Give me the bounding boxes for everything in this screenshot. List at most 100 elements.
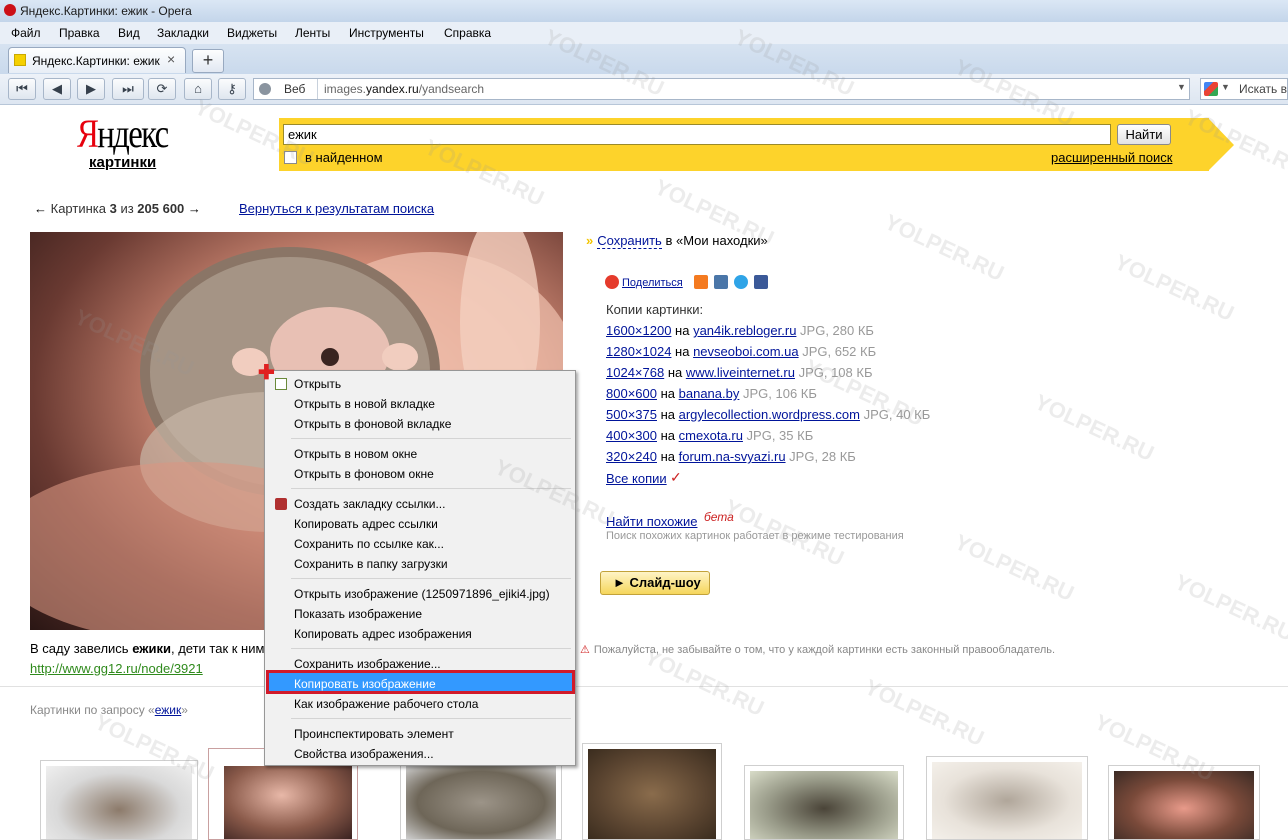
address-separator: [317, 79, 318, 99]
menu-item-open-image[interactable]: Открыть изображение (1250971896_ejiki4.j…: [294, 587, 550, 601]
search-engine-dropdown-icon[interactable]: ▼: [1221, 82, 1230, 92]
menu-item-open-new-tab[interactable]: Открыть в новой вкладке: [294, 397, 435, 411]
thumbnail[interactable]: [400, 760, 562, 840]
menu-tools[interactable]: Инструменты: [349, 26, 424, 40]
twitter-icon[interactable]: [733, 275, 748, 289]
thumbnail-image: [588, 749, 716, 839]
counter-text-before: Картинка: [50, 201, 110, 216]
menu-view[interactable]: Вид: [118, 26, 140, 40]
watermark: YOLPER.RU: [1110, 249, 1238, 326]
menu-item-set-as-desktop[interactable]: Как изображение рабочего стола: [294, 697, 478, 711]
copy-size-link[interactable]: 400×300: [606, 428, 657, 443]
copy-size-link[interactable]: 1280×1024: [606, 344, 671, 359]
menu-bookmarks[interactable]: Закладки: [157, 26, 209, 40]
menu-edit[interactable]: Правка: [59, 26, 100, 40]
copy-size-link[interactable]: 500×375: [606, 407, 657, 422]
prev-image-arrow[interactable]: ←: [34, 201, 47, 216]
slideshow-button[interactable]: ► Слайд-шоу: [600, 571, 710, 595]
thumbnail[interactable]: [926, 756, 1088, 840]
menu-item-show-image[interactable]: Показать изображение: [294, 607, 422, 621]
copy-row: 320×240 на forum.na-svyazi.ru JPG, 28 КБ: [606, 449, 856, 464]
find-button[interactable]: Найти: [1117, 124, 1171, 145]
forward-icon[interactable]: ▶: [77, 78, 105, 100]
source-link[interactable]: http://www.gg12.ru/node/3921: [30, 661, 203, 676]
odnoklassniki-icon[interactable]: [693, 275, 708, 289]
url-text[interactable]: images.yandex.ru/yandsearch: [324, 82, 484, 96]
menu-item-open-background-tab[interactable]: Открыть в фоновой вкладке: [294, 417, 451, 431]
next-image-arrow[interactable]: →: [188, 201, 201, 216]
tab-close-icon[interactable]: ×: [167, 51, 175, 67]
menu-item-open-background-window[interactable]: Открыть в фоновом окне: [294, 467, 434, 481]
menu-item-open[interactable]: Открыть: [294, 377, 341, 391]
menu-item-inspect-element[interactable]: Проинспектировать элемент: [294, 727, 454, 741]
related-query-link[interactable]: ежик: [155, 703, 182, 717]
back-icon[interactable]: ◀: [43, 78, 71, 100]
all-copies-link[interactable]: Все копии: [606, 471, 667, 486]
copy-site-link[interactable]: forum.na-svyazi.ru: [679, 449, 786, 464]
web-search-box[interactable]: ▼ Искать в: [1200, 78, 1288, 100]
advanced-search-link[interactable]: расширенный поиск: [1051, 150, 1172, 165]
copy-meta: JPG, 280 КБ: [796, 323, 874, 338]
reload-icon[interactable]: ⟳: [148, 78, 176, 100]
key-icon[interactable]: ⚷: [218, 78, 246, 100]
menu-widgets[interactable]: Виджеты: [227, 26, 277, 40]
thumbnail[interactable]: [744, 765, 904, 840]
caption-bold: ежики: [132, 641, 171, 656]
copy-meta: JPG, 106 КБ: [739, 386, 817, 401]
images-service-link[interactable]: картинки: [89, 154, 156, 171]
google-icon[interactable]: [1204, 82, 1218, 96]
fast-forward-icon[interactable]: ⏭: [112, 78, 144, 100]
copy-size-link[interactable]: 1024×768: [606, 365, 664, 380]
vkontakte-icon[interactable]: [713, 275, 728, 289]
back-to-results-link[interactable]: Вернуться к результатам поиска: [239, 201, 434, 216]
favicon-icon: [14, 54, 26, 66]
open-page-icon: [275, 378, 287, 390]
rewind-icon[interactable]: ⏮: [8, 78, 36, 100]
image-counter: ← Картинка 3 из 205 600 →: [34, 201, 201, 216]
copy-site-link[interactable]: banana.by: [679, 386, 740, 401]
menu-item-save-to-downloads[interactable]: Сохранить в папку загрузки: [294, 557, 448, 571]
menu-item-copy-link-address[interactable]: Копировать адрес ссылки: [294, 517, 438, 531]
copy-size-link[interactable]: 800×600: [606, 386, 657, 401]
find-similar-link[interactable]: Найти похожие: [606, 514, 697, 529]
yandex-logo[interactable]: Яндекс: [77, 110, 169, 157]
thumbnail[interactable]: [582, 743, 722, 840]
menu-item-copy-image-address[interactable]: Копировать адрес изображения: [294, 627, 472, 641]
menu-item-bookmark-link[interactable]: Создать закладку ссылки...: [294, 497, 445, 511]
save-link[interactable]: Сохранить: [597, 233, 662, 249]
title-bar: Яндекс.Картинки: ежик - Opera: [0, 0, 1288, 22]
thumbnail-image: [224, 766, 352, 839]
in-results-label[interactable]: в найденном: [305, 150, 383, 165]
context-menu: Открыть Открыть в новой вкладке Открыть …: [264, 370, 576, 766]
new-tab-button[interactable]: +: [192, 49, 224, 73]
copy-row: 1280×1024 на nevseoboi.com.ua JPG, 652 К…: [606, 344, 876, 359]
copy-on: на: [656, 386, 679, 401]
thumbnail-image: [46, 766, 192, 839]
menu-item-save-image[interactable]: Сохранить изображение...: [294, 657, 441, 671]
copy-site-link[interactable]: cmexota.ru: [679, 428, 743, 443]
copy-site-link[interactable]: www.liveinternet.ru: [686, 365, 795, 380]
tab-yandex-images[interactable]: Яндекс.Картинки: ежик ×: [8, 47, 186, 73]
copy-size-link[interactable]: 1600×1200: [606, 323, 671, 338]
copy-on: на: [664, 365, 686, 380]
menu-feeds[interactable]: Ленты: [295, 26, 330, 40]
copy-size-link[interactable]: 320×240: [606, 449, 657, 464]
copy-on: на: [656, 407, 679, 422]
url-domain: yandex.ru: [366, 82, 419, 96]
search-input[interactable]: ежик: [283, 124, 1111, 145]
menu-item-save-link-as[interactable]: Сохранить по ссылке как...: [294, 537, 444, 551]
thumbnail-image: [750, 771, 898, 839]
menu-item-image-properties[interactable]: Свойства изображения...: [294, 747, 434, 761]
copy-site-link[interactable]: nevseoboi.com.ua: [693, 344, 799, 359]
menu-file[interactable]: Файл: [11, 26, 41, 40]
highlight-frame: [266, 670, 575, 694]
share-link[interactable]: Поделиться: [622, 277, 683, 289]
copy-site-link[interactable]: yan4ik.rebloger.ru: [693, 323, 796, 338]
facebook-icon[interactable]: [754, 275, 768, 289]
copy-site-link[interactable]: argylecollection.wordpress.com: [679, 407, 860, 422]
copy-on: на: [656, 428, 679, 443]
url-dropdown-icon[interactable]: ▼: [1177, 82, 1186, 92]
menu-help[interactable]: Справка: [444, 26, 491, 40]
menu-item-open-new-window[interactable]: Открыть в новом окне: [294, 447, 417, 461]
watermark: YOLPER.RU: [950, 529, 1078, 606]
